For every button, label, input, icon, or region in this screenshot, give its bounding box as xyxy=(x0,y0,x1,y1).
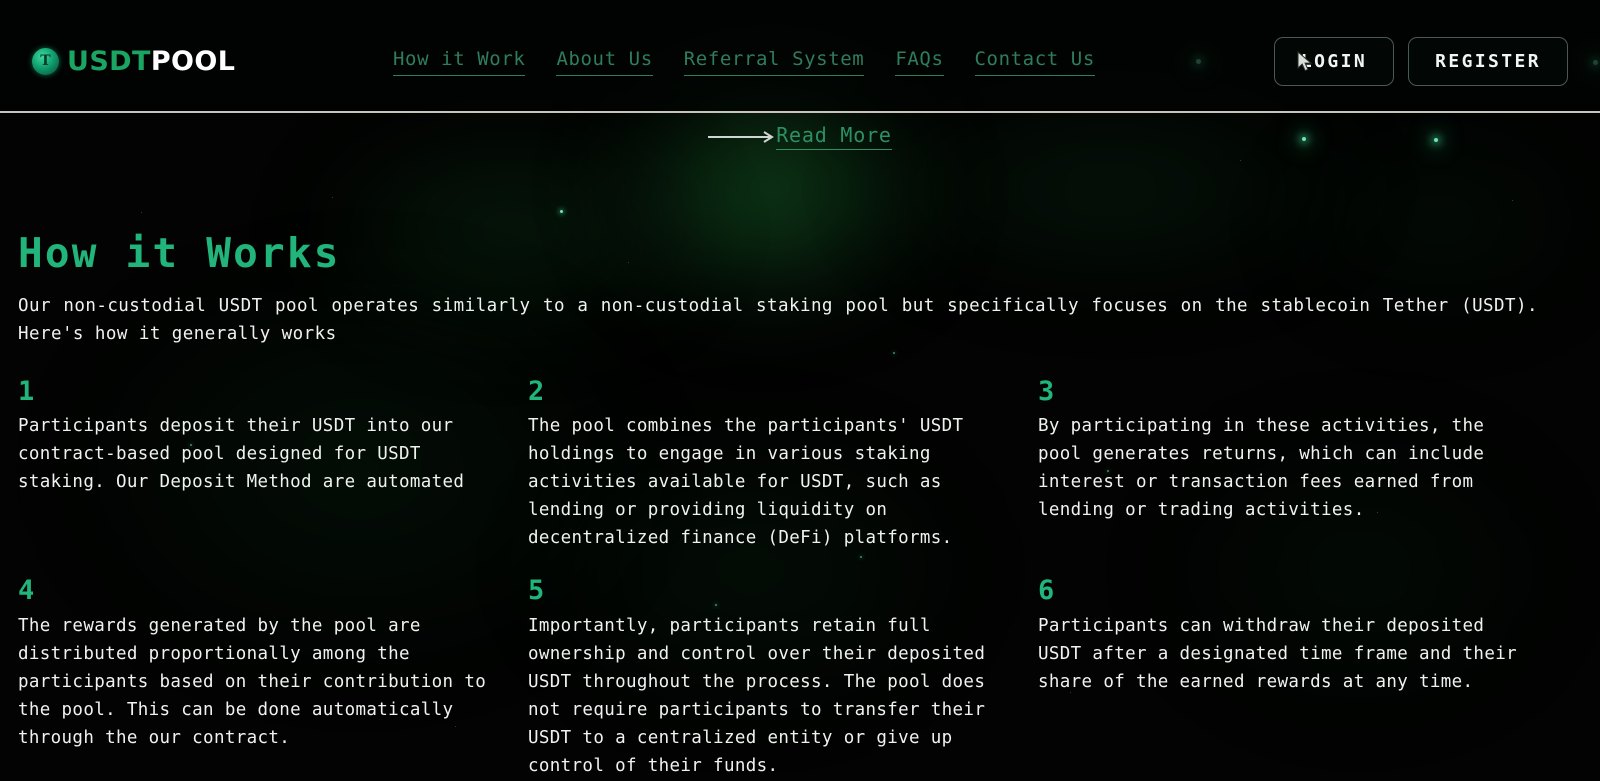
step-item: 1 Participants deposit their USDT into o… xyxy=(18,376,498,552)
steps-grid: 1 Participants deposit their USDT into o… xyxy=(18,376,1582,780)
step-item: 2 The pool combines the participants' US… xyxy=(528,376,1008,552)
long-arrow-right-icon xyxy=(708,131,775,143)
logo[interactable]: T USDTPOOL xyxy=(32,44,235,78)
step-number: 3 xyxy=(1038,376,1055,408)
step-text: By participating in these activities, th… xyxy=(1038,416,1485,521)
step-item: 6 Participants can withdraw their deposi… xyxy=(1038,577,1518,779)
auth-buttons: LOGIN REGISTER xyxy=(1273,37,1568,86)
main-navigation: How it Work About Us Referral System FAQ… xyxy=(393,48,1095,76)
login-button[interactable]: LOGIN xyxy=(1273,37,1395,86)
section-intro-text: Our non-custodial USDT pool operates sim… xyxy=(18,296,1538,345)
nav-item-how-it-work[interactable]: How it Work xyxy=(393,48,526,76)
step-number: 2 xyxy=(528,376,545,408)
step-item: 5 Importantly, participants retain full … xyxy=(528,577,1008,779)
logo-text-usdt: USDT xyxy=(67,45,151,77)
step-text: The rewards generated by the pool are di… xyxy=(18,615,487,748)
step-number: 6 xyxy=(1038,575,1055,607)
step-text: Participants deposit their USDT into our… xyxy=(18,416,465,493)
logo-text-pool: POOL xyxy=(150,45,236,77)
step-number: 5 xyxy=(528,575,545,607)
nav-item-about-us[interactable]: About Us xyxy=(556,48,653,76)
tether-coin-icon: T xyxy=(32,47,59,75)
step-number: 4 xyxy=(18,575,35,607)
nav-item-contact-us[interactable]: Contact Us xyxy=(974,48,1095,76)
step-text: The pool combines the participants' USDT… xyxy=(528,416,964,549)
read-more-row: Read More xyxy=(0,113,1600,159)
step-item: 3 By participating in these activities, … xyxy=(1038,376,1518,552)
read-more-link[interactable]: Read More xyxy=(776,123,892,150)
nav-item-faqs[interactable]: FAQs xyxy=(895,48,944,76)
section-title: How it Works xyxy=(18,229,341,277)
site-header: T USDTPOOL How it Work About Us Referral… xyxy=(0,0,1600,113)
step-item: 4 The rewards generated by the pool are … xyxy=(18,577,498,779)
register-button[interactable]: REGISTER xyxy=(1408,37,1568,86)
how-it-works-section: How it Works Our non-custodial USDT pool… xyxy=(0,159,1600,780)
logo-mark-glyph: T xyxy=(40,53,51,69)
nav-item-referral-system[interactable]: Referral System xyxy=(683,48,865,76)
step-text: Importantly, participants retain full ow… xyxy=(528,615,986,776)
step-number: 1 xyxy=(18,376,35,408)
step-text: Participants can withdraw their deposite… xyxy=(1038,615,1517,692)
